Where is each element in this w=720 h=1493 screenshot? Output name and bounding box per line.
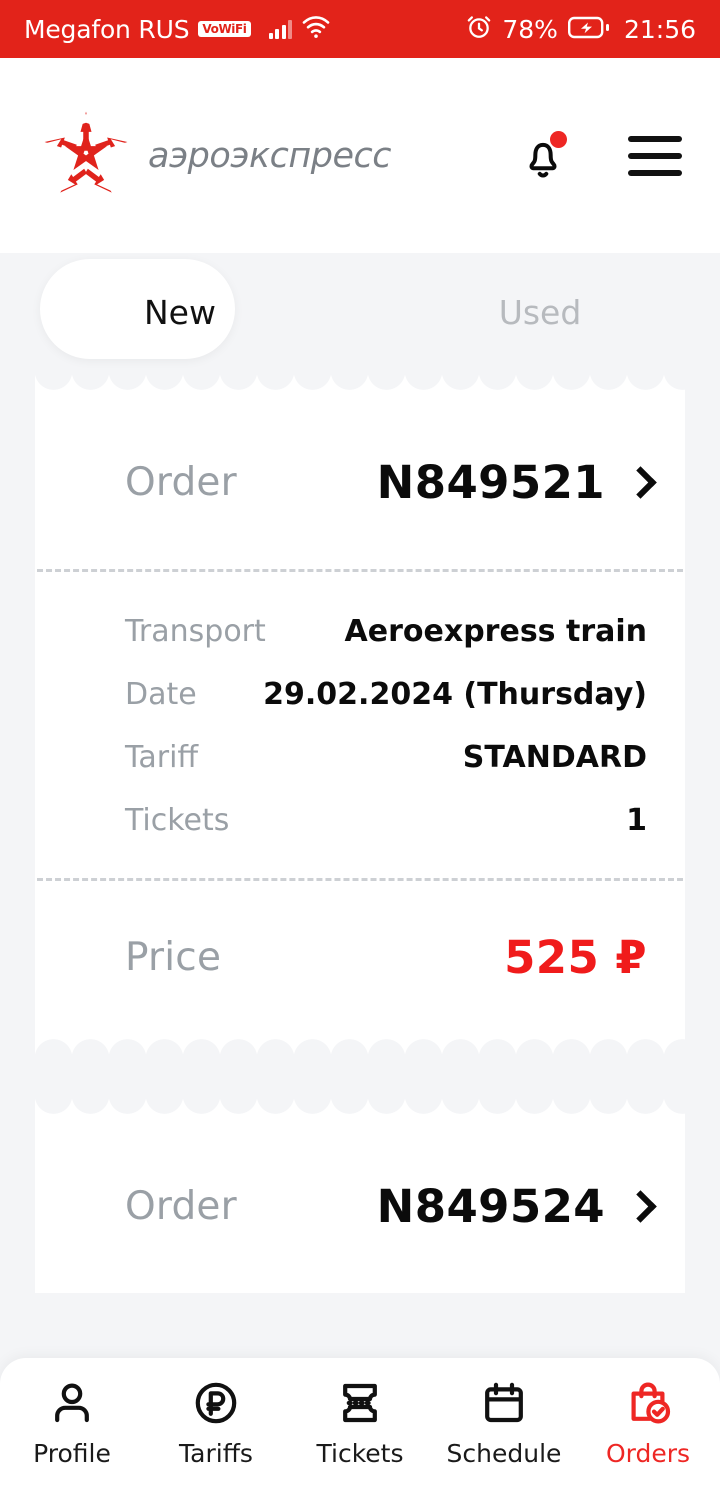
vowifi-badge: VoWiFi [198,20,251,38]
clock-label: 21:56 [623,14,696,44]
nav-item-schedule[interactable]: Schedule [432,1376,576,1468]
tab-used-label: Used [498,292,582,332]
tab-used[interactable]: Used [360,253,720,371]
detail-label: Date [125,677,197,712]
nav-label: Schedule [446,1439,562,1468]
battery-percent-label: 78% [502,14,558,44]
ruble-circle-icon [192,1376,240,1430]
nav-label: Orders [605,1439,691,1468]
detail-row-date: Date 29.02.2024 (Thursday) [125,677,647,712]
calendar-icon [480,1376,528,1430]
chevron-right-icon[interactable] [627,1190,647,1224]
status-bar-left: Megafon RUS VoWiFi [24,15,331,44]
ticket-scallop-bottom [35,1036,685,1058]
aeroexpress-star-logo [40,108,132,204]
bag-check-icon [624,1376,672,1430]
notifications-button[interactable] [520,130,567,181]
status-bar-right: 78% 21:56 [466,14,696,44]
carrier-label: Megafon RUS [24,14,190,44]
app-header: аэроэкспресс [0,58,720,253]
ticket-scallop-top [35,1095,685,1117]
chevron-right-icon[interactable] [627,466,647,500]
cellular-signal-icon [268,19,293,39]
battery-charging-icon [567,15,610,44]
orders-tabs: New Used [0,253,720,371]
order-card[interactable]: Order N849524 [35,1095,685,1293]
price-label: Price [125,935,222,980]
ticket-icon [336,1376,384,1430]
detail-label: Tickets [125,803,230,838]
hamburger-menu-icon [628,152,682,159]
bottom-navigation: Profile Tariffs Tickets Schedule Orders [0,1358,720,1493]
order-card[interactable]: Order N849521 Transport Aeroexpress trai… [35,371,685,1058]
detail-value: STANDARD [462,740,647,775]
order-price-row: Price 525 ₽ [35,881,685,1036]
notification-badge-dot [550,130,567,148]
order-card-gap [0,1058,720,1095]
nav-label: Tickets [316,1439,404,1468]
nav-item-tariffs[interactable]: Tariffs [144,1376,288,1468]
detail-value: Aeroexpress train [344,614,647,649]
order-number: N849521 [376,456,605,509]
hamburger-menu-icon [628,169,682,176]
detail-row-tariff: Tariff STANDARD [125,740,647,775]
orders-list[interactable]: Order N849521 Transport Aeroexpress trai… [0,371,720,1358]
status-bar: Megafon RUS VoWiFi 78% 21:56 [0,0,720,58]
order-number-group[interactable]: N849521 [377,456,647,509]
detail-label: Tariff [125,740,199,775]
header-actions [520,130,682,181]
order-label: Order [125,1184,237,1229]
hamburger-menu-icon [628,135,682,142]
brand-name: аэроэкспресс [148,135,392,176]
alarm-clock-icon [466,14,492,44]
nav-item-tickets[interactable]: Tickets [288,1376,432,1468]
detail-label: Transport [125,614,266,649]
brand-logo[interactable]: аэроэкспресс [40,108,392,204]
app-root: Megafon RUS VoWiFi 78% 21:56 аэроэкспрес… [0,0,720,1493]
menu-button[interactable] [628,135,682,176]
order-number-group[interactable]: N849524 [377,1180,647,1233]
order-header-row[interactable]: Order N849524 [35,1117,685,1293]
nav-item-orders[interactable]: Orders [576,1376,720,1468]
nav-label: Tariffs [179,1439,253,1468]
price-value: 525 ₽ [504,931,647,984]
detail-value: 29.02.2024 (Thursday) [263,677,647,712]
detail-row-transport: Transport Aeroexpress train [125,614,647,649]
order-details: Transport Aeroexpress train Date 29.02.2… [35,572,685,878]
ticket-scallop-top [35,371,685,393]
detail-value: 1 [626,803,647,838]
orders-tabs-region: New Used [0,253,720,371]
nav-label: Profile [33,1439,111,1468]
order-number: N849524 [376,1180,605,1233]
wifi-icon [301,15,331,43]
detail-row-tickets: Tickets 1 [125,803,647,838]
tab-new-label: New [144,292,216,332]
order-label: Order [125,460,237,505]
nav-item-profile[interactable]: Profile [0,1376,144,1468]
person-icon [48,1376,96,1430]
order-header-row[interactable]: Order N849521 [35,393,685,569]
